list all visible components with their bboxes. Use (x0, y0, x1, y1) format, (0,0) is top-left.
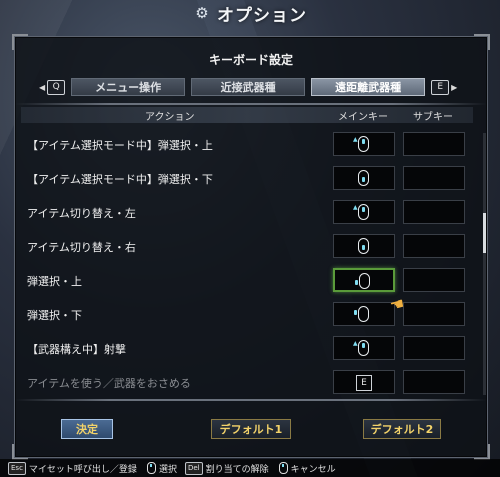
column-action: アクション (145, 112, 195, 123)
main-key-slot[interactable] (333, 302, 395, 326)
sub-key-slot[interactable] (403, 234, 465, 258)
help-esc-label: マイセット呼び出し／登録 (28, 464, 137, 475)
main-key-slot[interactable]: E (333, 370, 395, 394)
scrollbar-thumb[interactable] (483, 213, 486, 253)
prev-tab-key[interactable]: Q (47, 79, 66, 95)
page-title: オプション (217, 5, 307, 26)
del-key-icon: Del (184, 461, 203, 475)
list-item[interactable]: アイテムを使う／武器をおさめる E (21, 365, 473, 397)
mouse-icon (146, 462, 156, 474)
options-panel: キーボード設定 ◀ Q メニュー操作 近接武器種 遠距離武器種 E ▶ アクショ… (12, 34, 490, 460)
sub-key-slot[interactable] (403, 166, 465, 190)
mouse-wheel-up-icon: ▲ (353, 340, 369, 356)
gear-icon: ⚙ (195, 4, 209, 22)
tab-melee-weapons[interactable]: 近接武器種 (191, 78, 306, 96)
help-bar: Esc マイセット呼び出し／登録 選択 Del 割り当ての解除 キャンセル (0, 459, 500, 477)
scrollbar[interactable] (483, 133, 486, 395)
main-key-slot[interactable] (333, 166, 395, 190)
mouse-wheel-up-icon: ▲ (353, 204, 369, 220)
default1-button[interactable]: デフォルト1 (211, 419, 291, 439)
keybind-list: 【アイテム選択モード中】弾選択・上 ▲ 【アイテム選択モード中】弾選択・下 アイ… (21, 127, 473, 397)
action-label: 【アイテム選択モード中】弾選択・下 (27, 173, 213, 186)
default2-button[interactable]: デフォルト2 (363, 419, 441, 439)
action-label: 【武器構え中】射撃 (27, 343, 126, 356)
main-key-slot[interactable] (333, 268, 395, 292)
key-e-badge: E (356, 375, 372, 391)
sub-key-slot[interactable] (403, 336, 465, 360)
tab-menu-operation[interactable]: メニュー操作 (71, 78, 186, 96)
action-label: アイテム切り替え・右 (27, 241, 136, 254)
main-key-slot[interactable]: ▲ (333, 132, 395, 156)
mouse-side-button-icon (354, 306, 369, 322)
sub-key-slot[interactable] (403, 268, 465, 292)
confirm-button[interactable]: 決定 (61, 419, 113, 439)
sub-key-slot[interactable] (403, 370, 465, 394)
mouse-wheel-down-icon (358, 238, 369, 254)
action-label: 弾選択・下 (27, 309, 82, 322)
sub-key-slot[interactable] (403, 132, 465, 156)
action-label: アイテム切り替え・左 (27, 207, 136, 220)
list-item[interactable]: アイテム切り替え・右 (21, 229, 473, 263)
left-arrow-icon: ◀ (39, 82, 46, 92)
action-label: 弾選択・上 (27, 275, 82, 288)
main-key-slot[interactable]: ▲ (333, 200, 395, 224)
list-item[interactable]: アイテム切り替え・左 ▲ (21, 195, 473, 229)
sub-key-slot[interactable] (403, 200, 465, 224)
list-item[interactable]: 【アイテム選択モード中】弾選択・上 ▲ (21, 127, 473, 161)
title-bar: ⚙ オプション (0, 0, 500, 26)
action-label: アイテムを使う／武器をおさめる (27, 377, 191, 390)
right-arrow-icon: ▶ (451, 82, 458, 92)
divider (15, 399, 487, 401)
mouse-wheel-up-icon: ▲ (353, 136, 369, 152)
tab-ranged-weapons[interactable]: 遠距離武器種 (311, 78, 426, 96)
help-select-label: 選択 (158, 464, 177, 475)
mouse-icon (278, 462, 288, 474)
tab-bar: ◀ Q メニュー操作 近接武器種 遠距離武器種 E ▶ (37, 77, 465, 97)
mouse-side-button-icon (355, 273, 370, 289)
list-item[interactable]: 弾選択・上 (21, 263, 473, 297)
list-item[interactable]: 【アイテム選択モード中】弾選択・下 (21, 161, 473, 195)
sub-key-slot[interactable] (403, 302, 465, 326)
action-label: 【アイテム選択モード中】弾選択・上 (27, 139, 213, 152)
mouse-wheel-down-icon (358, 170, 369, 186)
help-cancel-label: キャンセル (290, 464, 336, 475)
help-del-label: 割り当ての解除 (205, 464, 269, 475)
column-main-key: メインキー (338, 112, 388, 123)
column-sub-key: サブキー (413, 112, 453, 123)
esc-key-icon: Esc (8, 461, 26, 475)
main-key-slot[interactable]: ▲ (333, 336, 395, 360)
next-tab-key[interactable]: E (431, 79, 450, 95)
list-item[interactable]: 弾選択・下 (21, 297, 473, 331)
divider (15, 103, 487, 105)
main-key-slot[interactable] (333, 234, 395, 258)
list-item[interactable]: 【武器構え中】射撃 ▲ (21, 331, 473, 365)
column-header: アクション メインキー サブキー (21, 107, 473, 123)
panel-heading: キーボード設定 (208, 53, 293, 67)
